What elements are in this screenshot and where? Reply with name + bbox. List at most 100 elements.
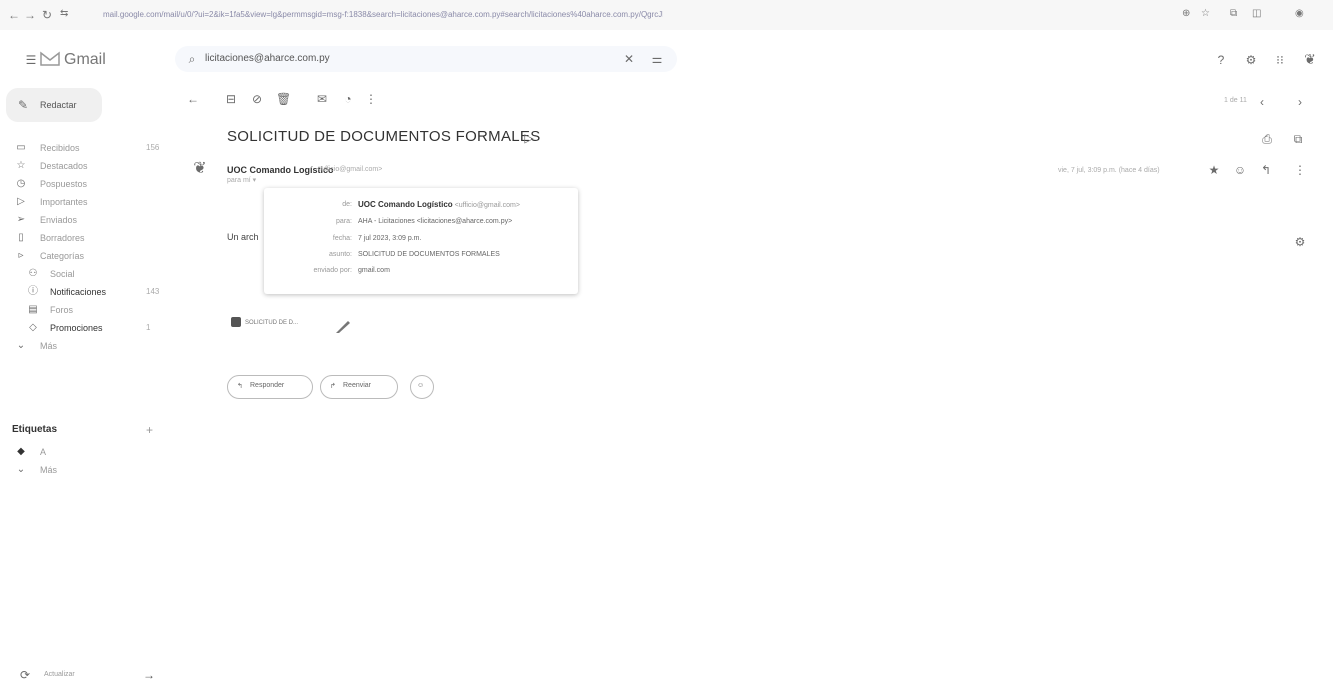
draft-icon: ▯ <box>18 232 24 243</box>
add-label-icon[interactable]: + <box>146 423 153 437</box>
date-label: fecha: <box>332 235 352 242</box>
star-icon: ☆ <box>16 160 26 171</box>
settings-gear-icon[interactable]: ⚙ <box>1244 53 1258 67</box>
subject-value: SOLICITUD DE DOCUMENTOS FORMALES <box>358 251 500 258</box>
sidebar-item-borradores[interactable]: ▯ Borradores <box>14 229 164 247</box>
sidebar-item-foros[interactable]: ▤ Foros <box>14 301 164 319</box>
apps-grid-icon[interactable]: ⁝⁝ <box>1273 53 1287 67</box>
email-body-text: Un arch <box>227 232 259 242</box>
from-value: UOC Comando Logístico <ufficio@gmail.com… <box>358 200 520 209</box>
clear-search-icon[interactable]: ✕ <box>622 52 636 66</box>
chevron-down-icon: ⌄ <box>16 464 26 475</box>
sidebar-item-social[interactable]: ⚇ Social <box>14 265 164 283</box>
sender-email: <ufficio@gmail.com> <box>317 166 383 173</box>
sidebar-item-mas[interactable]: ⌄ Más <box>14 337 164 355</box>
forward-button[interactable]: ↱ Reenviar <box>320 375 398 399</box>
recipient-dropdown[interactable]: para mí ▾ <box>227 176 256 184</box>
forward-icon: ↱ <box>330 383 336 390</box>
mailed-by-value: gmail.com <box>358 267 390 274</box>
sidebar-item-notificaciones[interactable]: ⓘ Notificaciones 143 <box>14 283 164 301</box>
refresh-icon: ⟳ <box>19 668 31 682</box>
reload-icon[interactable]: ↻ <box>42 8 52 22</box>
site-info-icon[interactable]: ⇆ <box>60 8 68 19</box>
report-spam-icon[interactable]: ⊘ <box>250 92 264 106</box>
sidebar-item-enviados[interactable]: ➢ Enviados <box>14 211 164 229</box>
label-icon: ◆ <box>17 446 25 457</box>
sidebar-item-recibidos[interactable]: ▭ Recibidos 156 <box>14 139 164 157</box>
sidebar-item-pospuestos[interactable]: ◷ Pospuestos <box>14 175 164 193</box>
open-new-window-icon[interactable]: ⧉ <box>1291 132 1305 146</box>
forum-icon: ▤ <box>28 304 38 315</box>
address-bar[interactable]: mail.google.com/mail/u/0/?ui=2&ik=1fa5&v… <box>103 10 663 19</box>
reply-icon: ↰ <box>237 383 243 390</box>
back-to-list-icon[interactable]: ← <box>186 92 200 106</box>
info-icon: ⓘ <box>28 286 38 297</box>
email-date: vie, 7 jul, 3:09 p.m. (hace 4 días) <box>1058 167 1160 174</box>
translate-icon[interactable]: ⚙ <box>1293 235 1307 249</box>
search-input[interactable]: licitaciones@aharce.com.py <box>205 53 330 64</box>
older-chevron-icon[interactable]: › <box>1293 95 1307 109</box>
sidebar-label-a[interactable]: ◆ A <box>14 443 164 461</box>
bookmark-star-icon[interactable]: ☆ <box>1201 8 1210 19</box>
date-value: 7 jul 2023, 3:09 p.m. <box>358 235 422 242</box>
sidebar-item-categorias[interactable]: ▹ Categorías <box>14 247 164 265</box>
arrow-right-icon[interactable]: → <box>143 668 155 682</box>
emoji-icon: ☺ <box>417 382 425 389</box>
more-vert-icon[interactable]: ⋮ <box>1293 163 1307 177</box>
from-label: de: <box>342 201 352 208</box>
browser-toolbar: ← → ↻ ⇆ mail.google.com/mail/u/0/?ui=2&i… <box>0 0 1333 30</box>
extensions-icon[interactable]: ⧉ <box>1230 8 1237 19</box>
pdf-file-icon <box>231 317 241 327</box>
account-avatar[interactable]: ❦ <box>1303 52 1317 66</box>
people-icon: ⚇ <box>28 268 38 279</box>
chevron-down-icon: ⌄ <box>16 340 26 351</box>
reply-icon[interactable]: ↰ <box>1259 163 1273 177</box>
sidebar-item-destacados[interactable]: ☆ Destacados <box>14 157 164 175</box>
sidebar-item-importantes[interactable]: ▷ Importantes <box>14 193 164 211</box>
sidepanel-icon[interactable]: ◫ <box>1252 8 1261 19</box>
sender-details-popup: de: UOC Comando Logístico <ufficio@gmail… <box>264 188 578 294</box>
labels-heading: Etiquetas <box>12 424 58 435</box>
delete-icon[interactable]: 🗑 <box>276 92 291 106</box>
inbox-icon: ▭ <box>16 142 26 153</box>
category-icon: ▹ <box>18 250 24 261</box>
archive-icon[interactable]: ⊟ <box>224 92 238 106</box>
main-menu-icon[interactable]: ☰ <box>24 53 38 67</box>
profile-icon[interactable]: ◉ <box>1295 8 1304 19</box>
gmail-logo-icon <box>40 51 60 66</box>
email-subject: SOLICITUD DE DOCUMENTOS FORMALES <box>227 128 541 145</box>
back-icon[interactable]: ← <box>8 8 20 22</box>
attachment-name: SOLICITUD DE D... <box>245 320 299 326</box>
sender-avatar: ❦ <box>193 160 207 177</box>
to-value: AHA - Licitaciones <licitaciones@aharce.… <box>358 218 513 225</box>
install-icon[interactable]: ⊕ <box>1182 8 1190 19</box>
help-icon[interactable]: ? <box>1214 53 1228 67</box>
star-icon[interactable]: ★ <box>1207 163 1221 177</box>
mailed-by-label: enviado por: <box>313 267 352 274</box>
reply-button[interactable]: ↰ Responder <box>227 375 313 399</box>
attachment-preview-icon <box>336 321 350 333</box>
print-icon[interactable]: ⎙ <box>1260 132 1274 146</box>
tag-icon: ◇ <box>29 322 37 333</box>
newer-chevron-icon[interactable]: ‹ <box>1255 95 1269 109</box>
snooze-icon[interactable]: ◔ <box>341 92 355 106</box>
send-icon: ➢ <box>16 214 26 225</box>
to-label: para: <box>336 218 352 225</box>
emoji-button[interactable]: ☺ <box>410 375 434 399</box>
search-icon[interactable]: ⌕ <box>185 52 199 66</box>
sidebar-label-mas[interactable]: ⌄ Más <box>14 461 164 479</box>
mark-unread-icon[interactable]: ✉ <box>315 92 329 106</box>
important-marker-icon[interactable]: ▷ <box>522 131 536 145</box>
search-options-icon[interactable]: ⚌ <box>650 52 664 66</box>
emoji-react-icon[interactable]: ☺ <box>1233 163 1247 177</box>
gmail-wordmark: Gmail <box>64 51 106 68</box>
pagination-text: 1 de 11 <box>1224 97 1247 104</box>
more-vert-icon[interactable]: ⋮ <box>364 92 378 106</box>
subject-label: asunto: <box>329 251 352 258</box>
pencil-icon: ✎ <box>17 98 29 112</box>
important-icon: ▷ <box>17 196 25 207</box>
update-link[interactable]: Actualizar <box>44 671 75 678</box>
compose-label: Redactar <box>40 100 77 110</box>
forward-icon[interactable]: → <box>24 8 36 22</box>
sidebar-item-promociones[interactable]: ◇ Promociones 1 <box>14 319 164 337</box>
